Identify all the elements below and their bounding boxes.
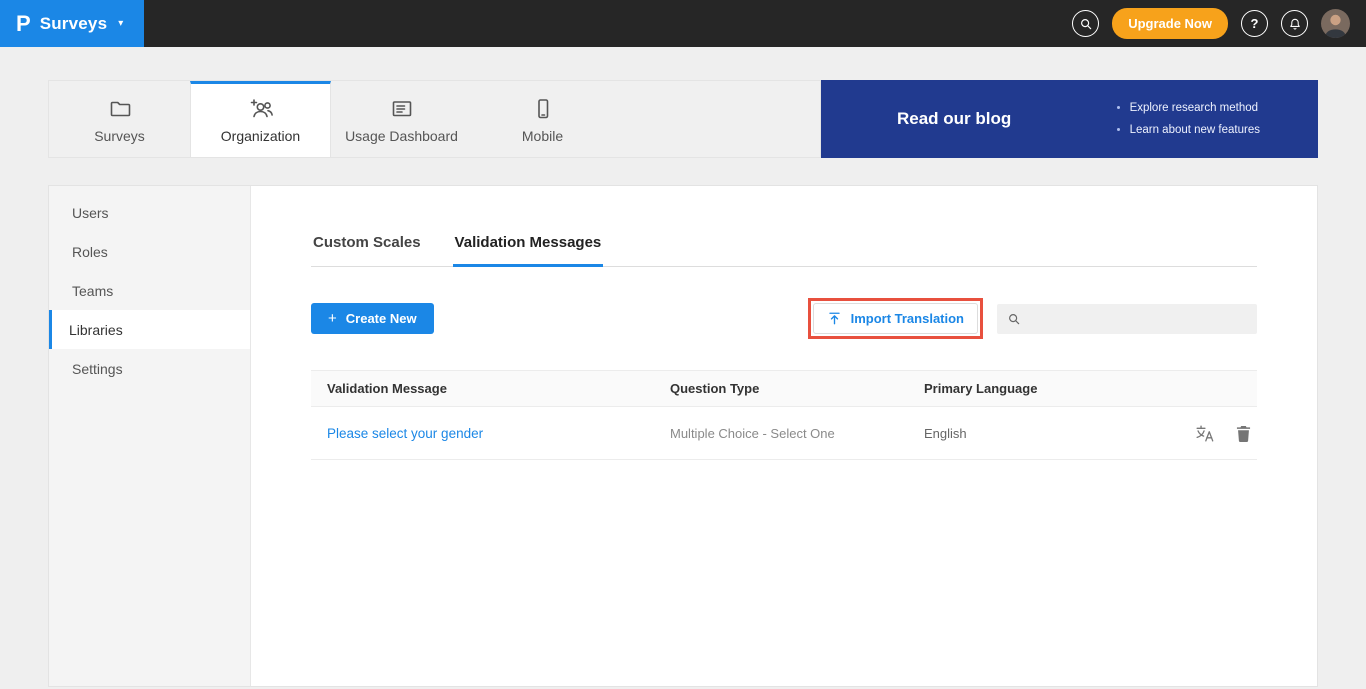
- bell-icon: [1288, 17, 1302, 31]
- create-new-label: Create New: [346, 311, 417, 326]
- mobile-icon: [531, 97, 555, 121]
- sidebar-item-settings[interactable]: Settings: [49, 349, 250, 388]
- table-search: [997, 304, 1257, 334]
- upgrade-now-button[interactable]: Upgrade Now: [1112, 8, 1228, 39]
- settings-sidebar: Users Roles Teams Libraries Settings: [49, 186, 251, 686]
- sidebar-item-libraries[interactable]: Libraries: [49, 310, 250, 349]
- tab-validation-messages[interactable]: Validation Messages: [453, 228, 604, 267]
- tab-surveys[interactable]: Surveys: [49, 81, 190, 157]
- blog-bullet: Explore research method: [1130, 97, 1260, 119]
- blog-panel: Read our blog Explore research method Le…: [821, 80, 1318, 158]
- avatar[interactable]: [1321, 9, 1350, 38]
- tab-custom-scales[interactable]: Custom Scales: [311, 228, 423, 267]
- import-translation-button[interactable]: Import Translation: [813, 303, 978, 334]
- blog-title-link[interactable]: Read our blog: [897, 109, 1011, 129]
- notifications-button[interactable]: [1281, 10, 1308, 37]
- column-header-question-type: Question Type: [654, 381, 908, 396]
- tab-organization[interactable]: Organization: [190, 81, 331, 157]
- trash-icon[interactable]: [1236, 425, 1251, 442]
- tab-label: Mobile: [522, 128, 563, 144]
- tab-usage-dashboard[interactable]: Usage Dashboard: [331, 81, 472, 157]
- library-tabs: Custom Scales Validation Messages: [311, 228, 1257, 267]
- tab-mobile[interactable]: Mobile: [472, 81, 613, 157]
- translate-icon[interactable]: [1195, 424, 1214, 443]
- sidebar-item-roles[interactable]: Roles: [49, 232, 250, 271]
- tab-label: Surveys: [94, 128, 145, 144]
- blog-bullets: Explore research method Learn about new …: [1116, 97, 1260, 142]
- plus-icon: +: [328, 311, 337, 326]
- row-actions: [1161, 424, 1257, 443]
- main-card: Users Roles Teams Libraries Settings Cus…: [48, 185, 1318, 687]
- table-header-row: Validation Message Question Type Primary…: [311, 370, 1257, 407]
- tab-label: Organization: [221, 128, 300, 144]
- column-header-validation-message: Validation Message: [311, 381, 654, 396]
- validation-messages-table: Validation Message Question Type Primary…: [311, 370, 1257, 460]
- create-new-button[interactable]: + Create New: [311, 303, 434, 334]
- upload-icon: [827, 311, 842, 326]
- brand-logo: P: [16, 13, 31, 35]
- primary-language-cell: English: [908, 426, 1161, 441]
- sidebar-item-teams[interactable]: Teams: [49, 271, 250, 310]
- app-switcher[interactable]: P Surveys ▾: [0, 0, 144, 47]
- table-row: Please select your gender Multiple Choic…: [311, 407, 1257, 460]
- highlight-annotation-box: Import Translation: [808, 298, 983, 339]
- topbar: P Surveys ▾ Upgrade Now ?: [0, 0, 1366, 47]
- question-type-cell: Multiple Choice - Select One: [654, 426, 908, 441]
- search-icon: [1079, 17, 1093, 31]
- help-button[interactable]: ?: [1241, 10, 1268, 37]
- sidebar-item-users[interactable]: Users: [49, 193, 250, 232]
- app-name: Surveys: [40, 14, 108, 34]
- chevron-down-icon: ▾: [118, 18, 123, 29]
- tab-label: Usage Dashboard: [345, 128, 458, 144]
- dashboard-icon: [390, 97, 414, 121]
- import-translation-label: Import Translation: [851, 311, 964, 326]
- folder-icon: [108, 97, 132, 121]
- column-header-primary-language: Primary Language: [908, 381, 1161, 396]
- libraries-content: Custom Scales Validation Messages + Crea…: [251, 186, 1317, 686]
- toolbar: + Create New Import Translation: [311, 298, 1257, 339]
- topbar-actions: Upgrade Now ?: [1072, 8, 1366, 39]
- add-users-icon: [248, 97, 274, 121]
- blog-bullet: Learn about new features: [1130, 119, 1260, 141]
- search-button[interactable]: [1072, 10, 1099, 37]
- module-row: Surveys Organization Usage Dashboard Mob…: [48, 80, 1318, 158]
- table-search-input[interactable]: [1029, 311, 1247, 326]
- search-icon: [1007, 312, 1021, 326]
- module-tabs: Surveys Organization Usage Dashboard Mob…: [48, 80, 821, 158]
- validation-message-link[interactable]: Please select your gender: [311, 426, 654, 441]
